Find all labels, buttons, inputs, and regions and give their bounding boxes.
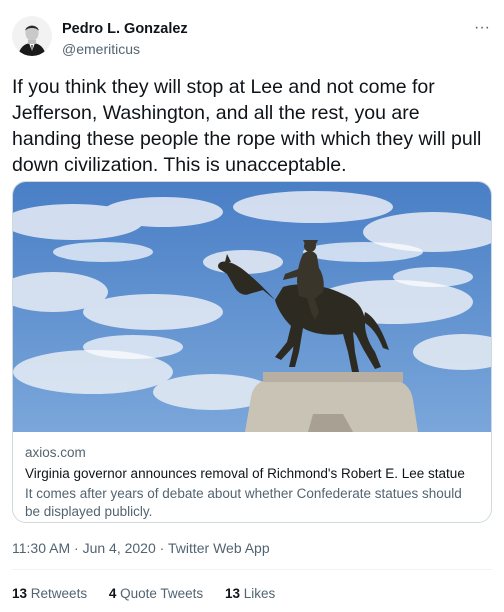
likes-count: 13 [224, 586, 240, 601]
user-handle[interactable]: @emeriticus [62, 40, 188, 58]
meta-separator: · [70, 540, 83, 556]
card-domain: axios.com [25, 445, 86, 460]
source-app[interactable]: Twitter Web App [168, 540, 270, 556]
quotes-label: Quote Tweets [120, 586, 204, 601]
likes-label: Likes [243, 586, 276, 601]
engagement-stats: 13 Retweets 4 Quote Tweets 13 Likes [12, 585, 293, 603]
more-options-icon[interactable]: ··· [472, 20, 492, 36]
retweets-stat[interactable]: 13 Retweets [12, 586, 87, 601]
card-title[interactable]: Virginia governor announces removal of R… [25, 465, 479, 483]
card-body: axios.com Virginia governor announces re… [13, 432, 491, 521]
meta-separator: · [155, 540, 168, 556]
author-block: Pedro L. Gonzalez @emeriticus [62, 20, 188, 58]
display-name[interactable]: Pedro L. Gonzalez [62, 20, 188, 38]
tweet-meta: 11:30 AM · Jun 4, 2020 · Twitter Web App [12, 539, 270, 557]
tweet-time[interactable]: 11:30 AM [12, 540, 70, 556]
tweet: Pedro L. Gonzalez @emeriticus ··· If you… [0, 0, 504, 612]
avatar[interactable] [12, 16, 52, 56]
tweet-text: If you think they will stop at Lee and n… [12, 76, 482, 176]
retweets-label: Retweets [30, 586, 88, 601]
tweet-date[interactable]: Jun 4, 2020 [83, 540, 156, 556]
quote-tweets-stat[interactable]: 4 Quote Tweets [109, 586, 203, 601]
card-description: It comes after years of debate about whe… [25, 486, 462, 519]
divider [12, 569, 492, 570]
quotes-count: 4 [108, 586, 117, 601]
link-card[interactable]: axios.com Virginia governor announces re… [12, 181, 492, 523]
likes-stat[interactable]: 13 Likes [225, 586, 275, 601]
profile-silhouette-icon [12, 16, 52, 56]
retweets-count: 13 [12, 586, 28, 601]
card-image [13, 182, 491, 432]
